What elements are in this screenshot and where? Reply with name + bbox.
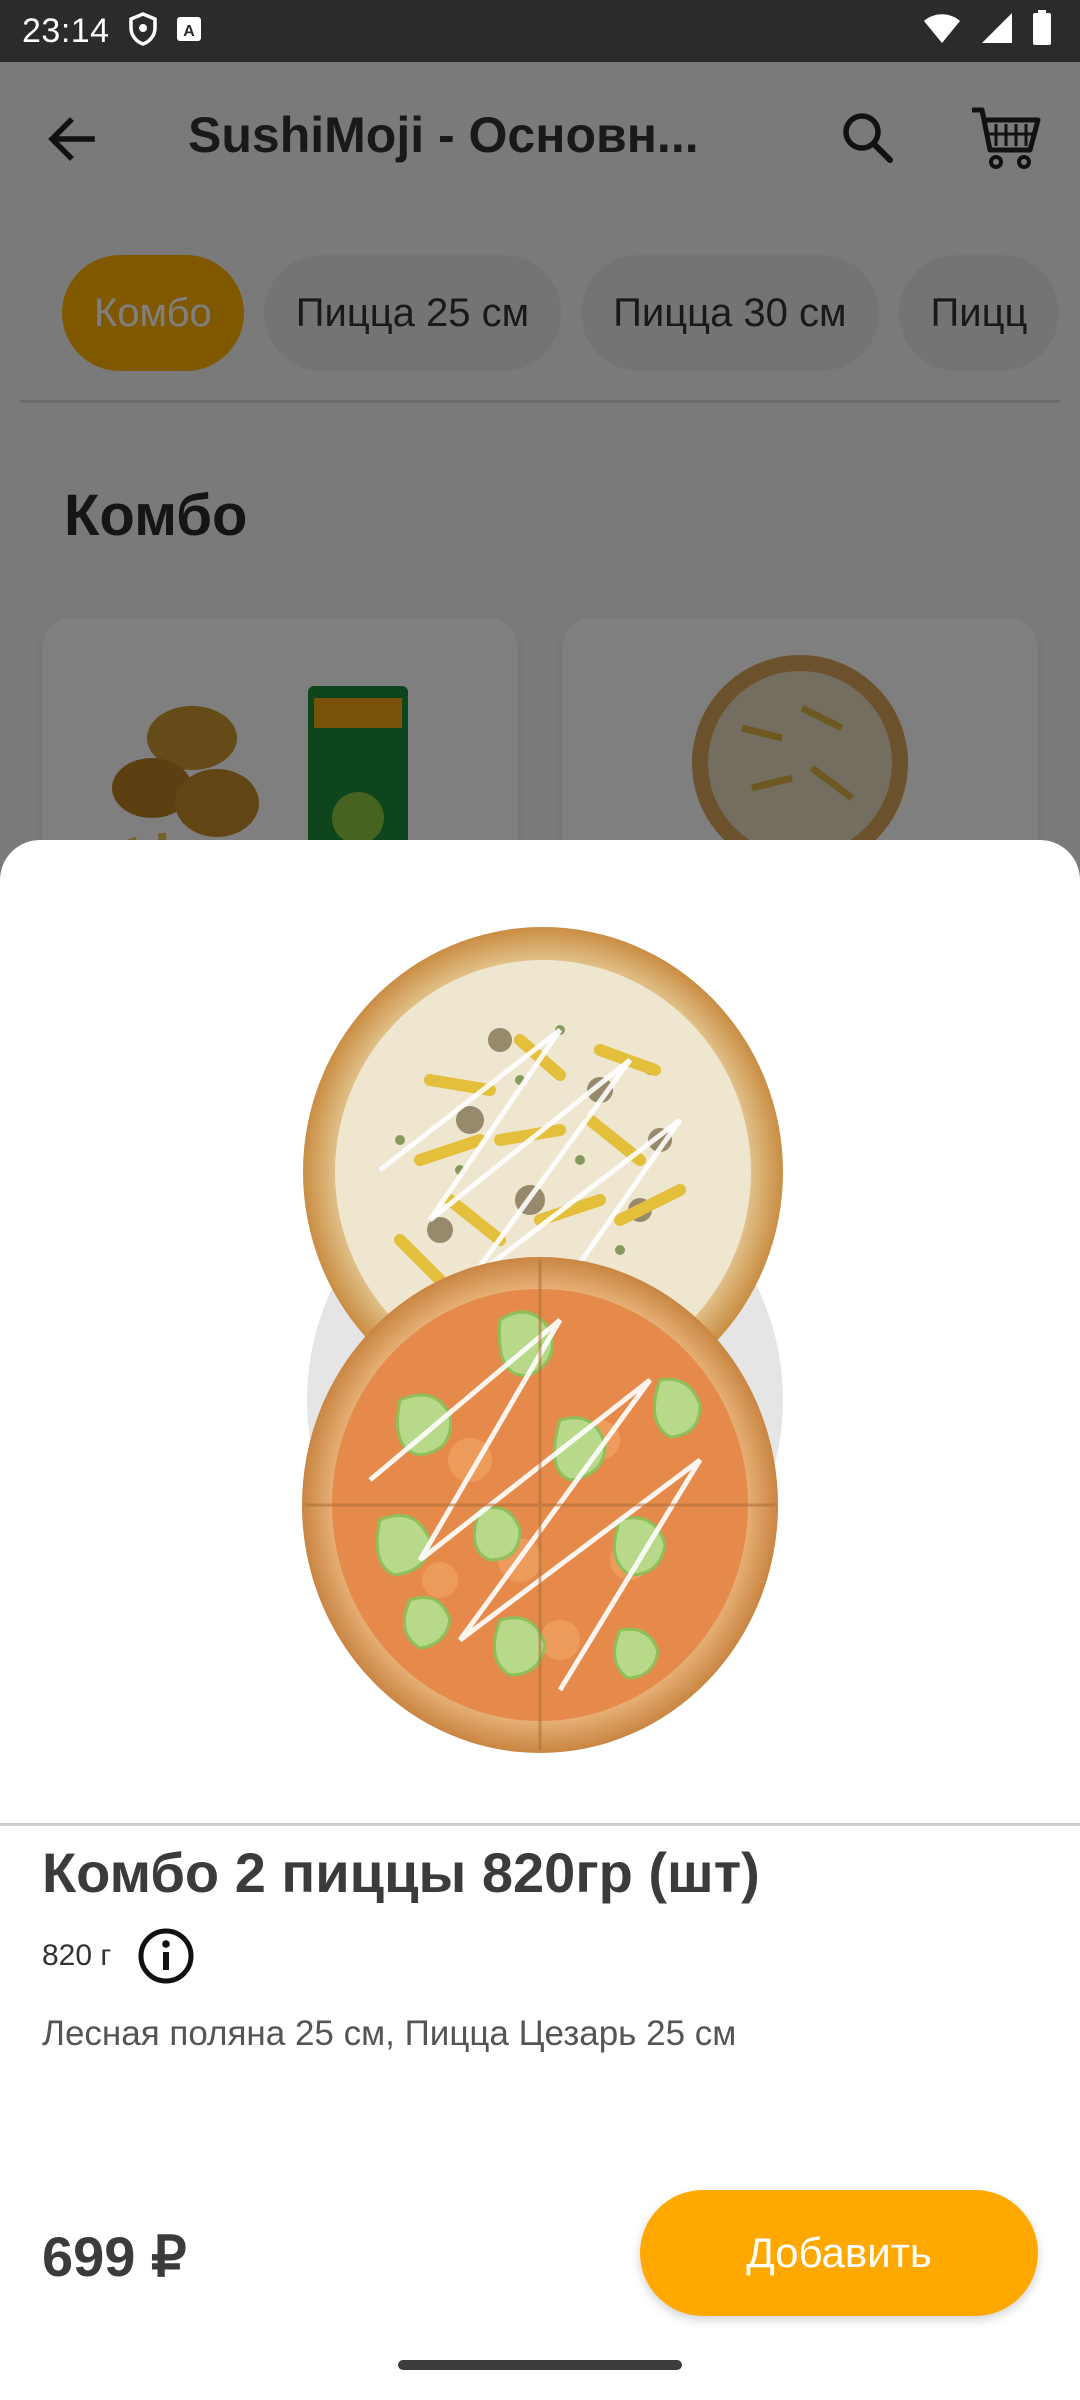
status-bar: 23:14 A — [0, 0, 1080, 62]
product-image — [0, 840, 1080, 1824]
product-weight: 820 г — [42, 1939, 112, 1972]
a-notification-icon: A — [176, 16, 202, 47]
info-icon — [138, 1928, 194, 1984]
info-button[interactable] — [137, 1927, 195, 1985]
wifi-icon — [922, 11, 962, 50]
product-price: 699 ₽ — [42, 2225, 187, 2288]
weight-row: 820 г — [42, 1926, 195, 1986]
status-time: 23:14 — [22, 11, 110, 50]
image-divider — [0, 1823, 1080, 1826]
signal-icon — [980, 11, 1014, 50]
home-indicator[interactable] — [398, 2360, 682, 2370]
product-name: Комбо 2 пиццы 820гр (шт) — [42, 1841, 760, 1904]
svg-text:A: A — [183, 23, 195, 40]
shield-icon — [128, 11, 158, 51]
add-to-cart-button[interactable]: Добавить — [640, 2190, 1038, 2316]
battery-icon — [1032, 10, 1052, 51]
product-description: Лесная поляна 25 см, Пицца Цезарь 25 см — [42, 2014, 737, 2053]
product-bottom-sheet: Комбо 2 пиццы 820гр (шт) 820 г Лесная по… — [0, 840, 1080, 2400]
